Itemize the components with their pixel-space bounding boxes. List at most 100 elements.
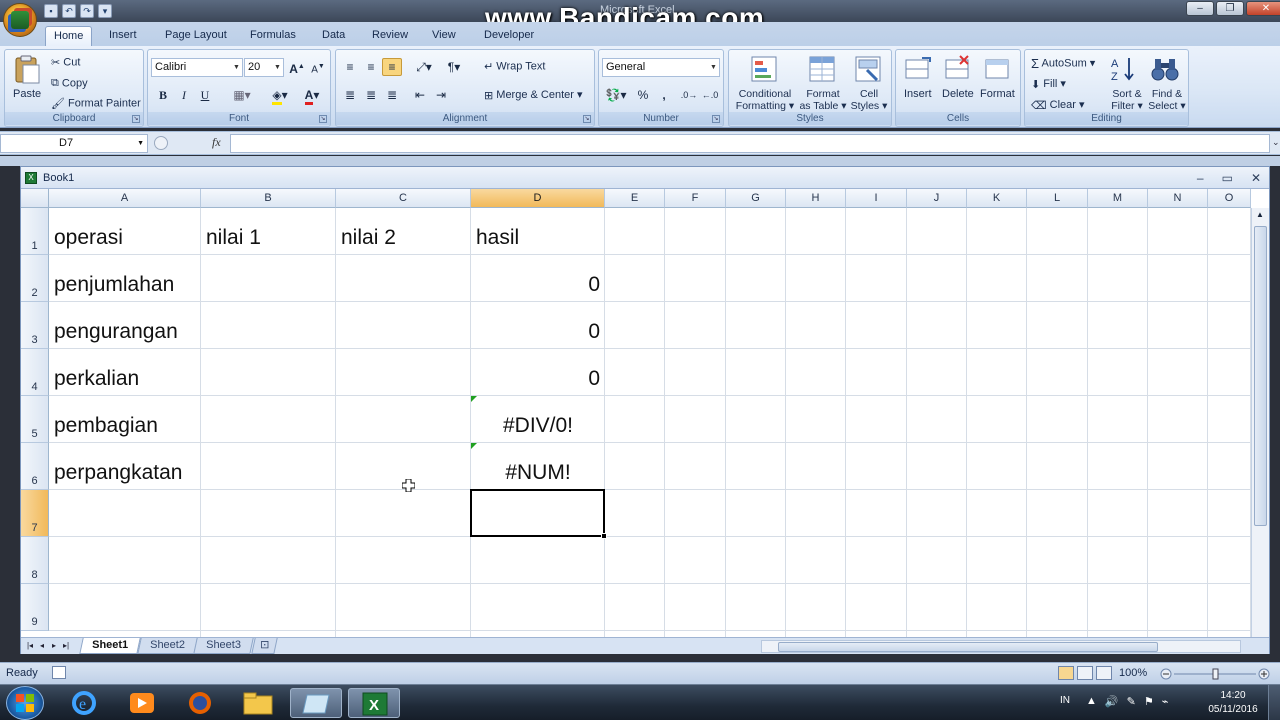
sheet-tab-sheet3[interactable]: Sheet3 [193, 638, 254, 654]
format-as-table-icon[interactable] [807, 54, 839, 84]
customize-qat-icon[interactable]: ▾ [98, 4, 112, 18]
bold-button[interactable]: B [153, 86, 173, 104]
font-name-combo[interactable]: Calibri ▼ [151, 58, 243, 77]
flag-icon[interactable]: ⚑ [1144, 695, 1154, 708]
select-all-button[interactable] [21, 189, 49, 208]
insert-function-button[interactable]: fx [212, 135, 221, 150]
format-cells-button[interactable]: Format [980, 88, 1015, 100]
copy-button[interactable]: ⧉ Copy [51, 77, 88, 90]
scroll-up-icon[interactable]: ▲ [1256, 210, 1264, 219]
minimize-button[interactable]: – [1186, 1, 1214, 16]
align-left-icon[interactable]: ≣ [340, 86, 360, 104]
number-format-combo[interactable]: General ▼ [602, 58, 720, 77]
conditional-formatting-button[interactable]: Conditional Formatting ▾ [735, 88, 795, 112]
column-header-n[interactable]: N [1148, 189, 1208, 208]
expand-formula-icon[interactable]: ⌄ [1272, 137, 1280, 148]
clear-button[interactable]: ⌫ Clear ▾ [1031, 98, 1085, 112]
column-header-o[interactable]: O [1208, 189, 1251, 208]
cell-d2[interactable]: 0 [471, 255, 605, 302]
increase-indent-icon[interactable]: ⇥ [431, 86, 451, 104]
row-header-8[interactable]: 8 [21, 537, 49, 584]
column-header-g[interactable]: G [726, 189, 786, 208]
currency-icon[interactable]: 💱▾ [602, 86, 630, 104]
delete-cells-icon[interactable] [942, 54, 974, 84]
clock[interactable]: 14:20 05/11/2016 [1203, 689, 1263, 717]
percent-button[interactable]: % [633, 86, 653, 104]
conditional-formatting-icon[interactable] [749, 54, 781, 84]
volume-icon[interactable]: 🔊 [1105, 695, 1119, 708]
taskbar-excel[interactable]: X [348, 688, 400, 718]
alignment-launcher[interactable]: ↘ [583, 115, 591, 123]
column-header-e[interactable]: E [605, 189, 665, 208]
taskbar-app[interactable] [290, 688, 342, 718]
zoom-slider[interactable] [1160, 668, 1270, 680]
tab-home[interactable]: Home [45, 26, 93, 46]
page-layout-view-icon[interactable] [1077, 666, 1093, 680]
error-indicator-icon[interactable] [471, 396, 477, 402]
comma-button[interactable]: , [654, 86, 674, 104]
redo-icon[interactable]: ↷ [80, 4, 94, 18]
cell-d4[interactable]: 0 [471, 349, 605, 396]
binoculars-icon[interactable] [1149, 54, 1181, 84]
align-bottom-icon[interactable]: ≡ [382, 58, 402, 76]
font-color-icon[interactable]: A▾ [298, 86, 326, 105]
merge-center-button[interactable]: ⊞ Merge & Center ▾ [484, 88, 583, 102]
cell-styles-icon[interactable] [853, 54, 885, 84]
paste-button[interactable]: Paste [13, 88, 41, 100]
format-as-table-button[interactable]: Format as Table ▾ [797, 88, 849, 112]
column-header-a[interactable]: A [49, 189, 201, 208]
cell-a6[interactable]: perpangkatan [49, 443, 201, 490]
name-box[interactable]: D7 ▼ [0, 134, 148, 153]
last-sheet-icon[interactable]: ▸| [61, 640, 71, 652]
tab-view[interactable]: View [424, 26, 464, 46]
cell-b1[interactable]: nilai 1 [201, 208, 336, 255]
row-header-6[interactable]: 6 [21, 443, 49, 490]
office-button[interactable] [3, 3, 37, 37]
cell-a2[interactable]: penjumlahan [49, 255, 201, 302]
column-header-m[interactable]: M [1088, 189, 1148, 208]
restore-button[interactable]: ❐ [1216, 1, 1244, 16]
cell-c1[interactable]: nilai 2 [336, 208, 471, 255]
normal-view-icon[interactable] [1058, 666, 1074, 680]
column-header-c[interactable]: C [336, 189, 471, 208]
start-button[interactable] [6, 686, 44, 720]
column-header-i[interactable]: I [846, 189, 907, 208]
tab-developer[interactable]: Developer [476, 26, 542, 46]
pen-icon[interactable]: ✎ [1127, 695, 1136, 708]
network-icon[interactable]: ⌁ [1162, 695, 1169, 708]
formula-input[interactable] [230, 134, 1270, 153]
workbook-minimize-button[interactable]: – [1197, 167, 1204, 189]
horizontal-scroll-thumb[interactable] [778, 642, 1158, 652]
decrease-decimal-icon[interactable]: ←.0 [700, 86, 720, 104]
increase-decimal-icon[interactable]: .0→ [679, 86, 699, 104]
close-button[interactable]: ✕ [1246, 1, 1280, 16]
taskbar-ie[interactable]: e [58, 688, 110, 718]
taskbar-explorer[interactable] [232, 688, 284, 718]
insert-cells-icon[interactable] [902, 54, 934, 84]
sheet-tab-sheet1[interactable]: Sheet1 [79, 638, 141, 654]
macro-record-icon[interactable] [52, 666, 66, 679]
sheet-tab-sheet2[interactable]: Sheet2 [137, 638, 198, 654]
zoom-level[interactable]: 100% [1119, 667, 1147, 679]
format-painter-button[interactable]: 🖌 Format Painter [51, 97, 141, 110]
active-cell-selection[interactable] [470, 489, 605, 537]
align-middle-icon[interactable]: ≡ [361, 58, 381, 76]
row-header-7[interactable]: 7 [21, 490, 49, 537]
column-header-b[interactable]: B [201, 189, 336, 208]
vertical-scrollbar[interactable]: ▲ [1251, 208, 1269, 637]
shrink-font-icon[interactable]: A▼ [308, 58, 328, 76]
italic-button[interactable]: I [174, 86, 194, 104]
sort-filter-icon[interactable]: AZ [1109, 54, 1141, 84]
borders-icon[interactable]: ▦▾ [228, 86, 256, 104]
column-header-j[interactable]: J [907, 189, 967, 208]
taskbar-media-player[interactable] [116, 688, 168, 718]
formula-cancel-icon[interactable] [154, 136, 168, 150]
format-cells-icon[interactable] [982, 54, 1014, 84]
column-header-d[interactable]: D [471, 189, 605, 208]
row-header-2[interactable]: 2 [21, 255, 49, 302]
cut-button[interactable]: ✂ Cut [51, 56, 80, 69]
tab-formulas[interactable]: Formulas [242, 26, 304, 46]
decrease-indent-icon[interactable]: ⇤ [410, 86, 430, 104]
align-center-icon[interactable]: ≣ [361, 86, 381, 104]
tab-insert[interactable]: Insert [101, 26, 145, 46]
